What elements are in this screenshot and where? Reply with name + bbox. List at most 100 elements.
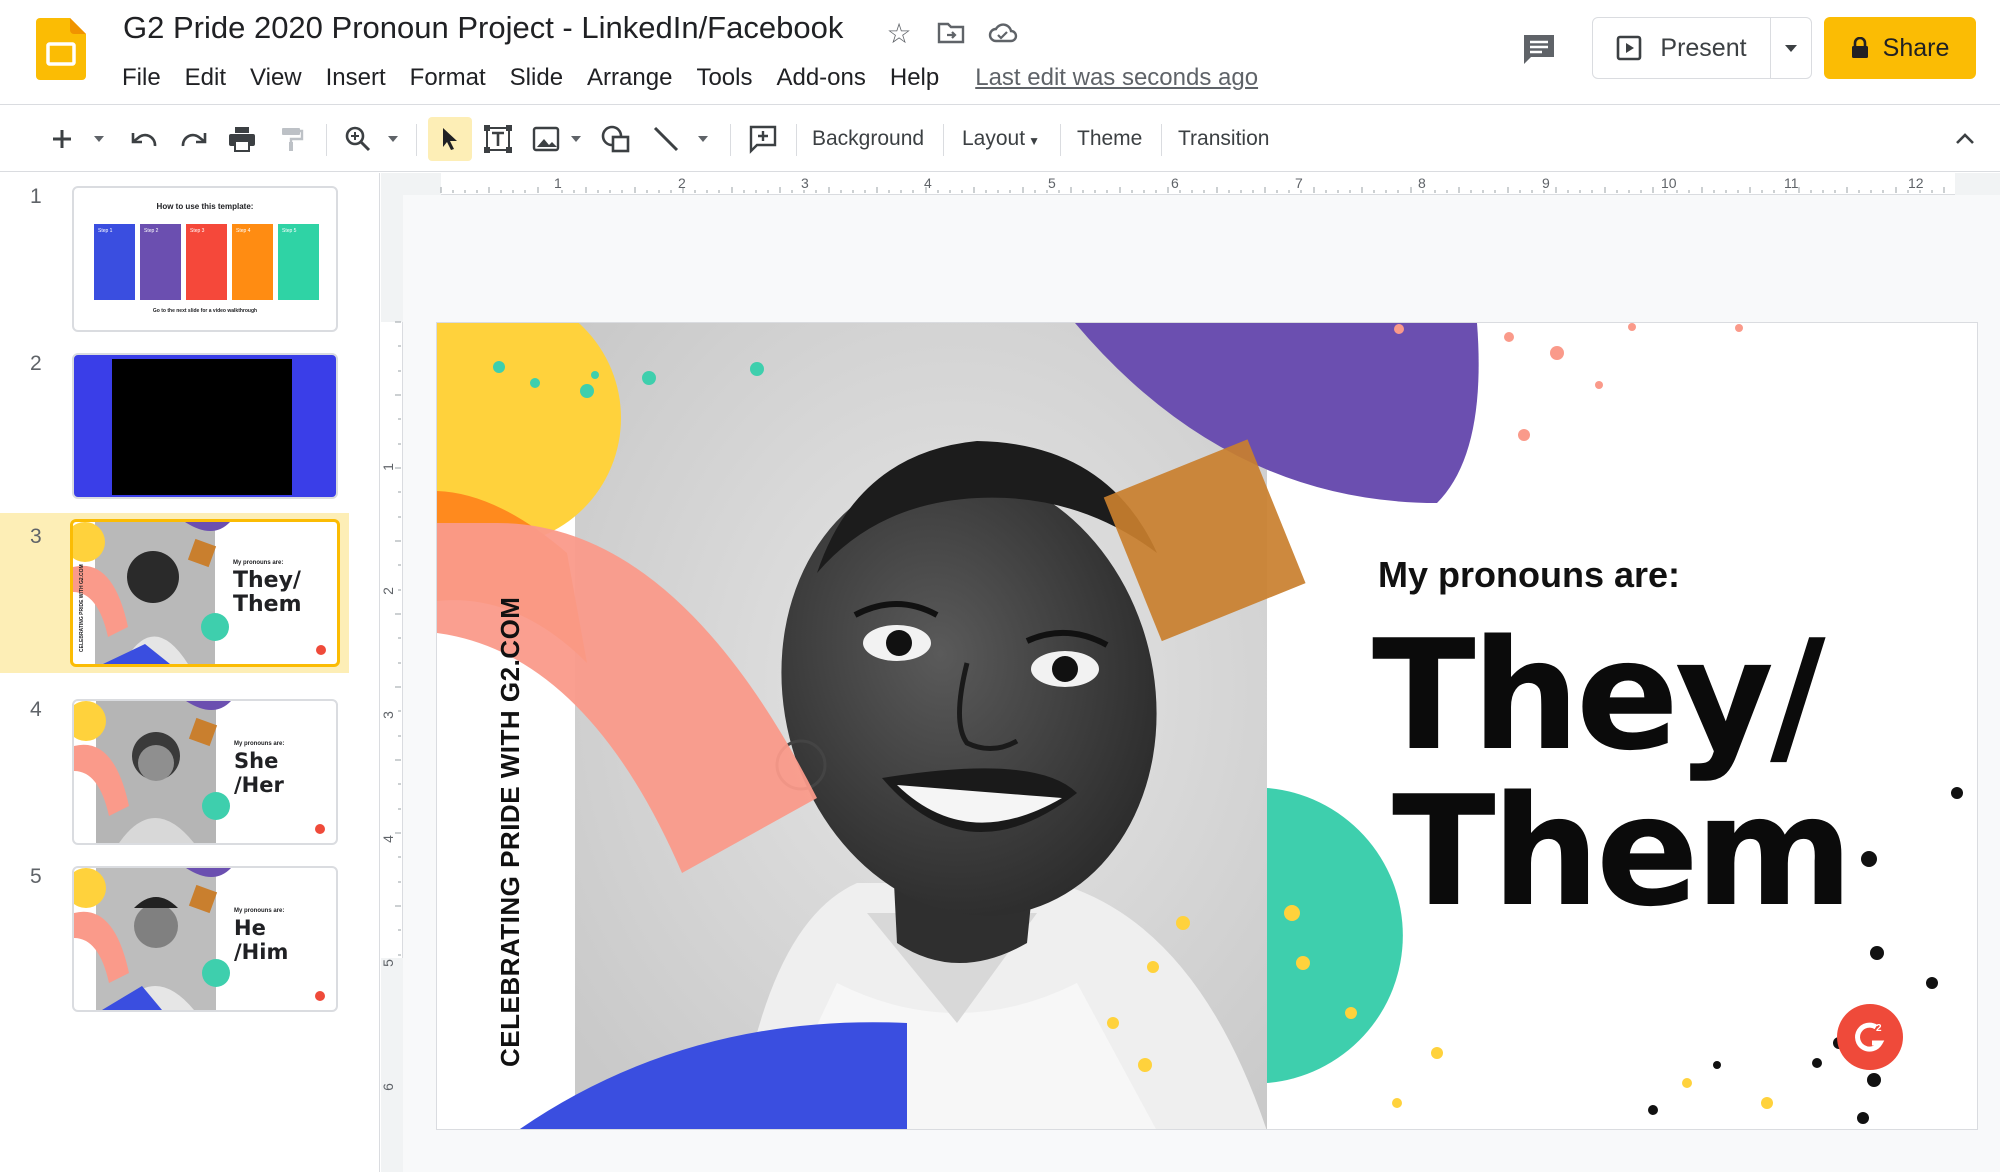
move-to-folder-icon[interactable]	[932, 14, 970, 52]
paint-format-button[interactable]	[272, 117, 312, 161]
text-box-icon	[484, 125, 512, 153]
print-button[interactable]	[222, 117, 262, 161]
redo-icon	[181, 133, 207, 147]
menu-add-ons[interactable]: Add-ons	[764, 60, 877, 96]
header: G2 Pride 2020 Pronoun Project - LinkedIn…	[0, 0, 2000, 105]
insert-comment-button[interactable]	[742, 117, 784, 161]
menu-slide[interactable]: Slide	[498, 60, 575, 96]
add-comment-icon	[749, 125, 777, 154]
insert-image-button[interactable]	[526, 117, 566, 161]
select-tool-button[interactable]	[428, 117, 472, 161]
collapse-toolbar-button[interactable]	[1950, 117, 1980, 161]
present-options-button[interactable]	[1771, 18, 1811, 78]
ruler-label: 1	[554, 175, 562, 191]
star-icon[interactable]: ☆	[880, 14, 918, 52]
video-frame	[112, 359, 292, 495]
thumb-step-3: Step 3	[186, 224, 227, 300]
ruler-label: 10	[1661, 175, 1677, 191]
redo-button[interactable]	[174, 117, 214, 161]
document-title[interactable]: G2 Pride 2020 Pronoun Project - LinkedIn…	[123, 10, 843, 46]
slide-filmstrip: 1 How to use this template: Step 1 Step …	[0, 173, 380, 1172]
undo-button[interactable]	[124, 117, 164, 161]
theme-button[interactable]: Theme	[1077, 117, 1142, 161]
pronoun-label[interactable]: My pronouns are:	[1378, 554, 1680, 596]
zoom-icon	[345, 126, 371, 152]
zoom-button[interactable]	[338, 117, 378, 161]
filmstrip-slide-5[interactable]: 5 My pronouns are: He /Him	[0, 853, 349, 1013]
caret-down-icon	[1785, 45, 1797, 52]
present-label: Present	[1660, 33, 1747, 62]
ruler-label: 11	[1784, 175, 1799, 191]
ruler-label: 4	[379, 835, 396, 843]
line-button[interactable]	[646, 117, 686, 161]
toolbar: Background Layout ▼ Theme Transition	[0, 106, 2000, 172]
background-button[interactable]: Background	[812, 117, 924, 161]
slide-number: 4	[30, 698, 42, 721]
thumb-artwork	[74, 868, 325, 1010]
menu-tools[interactable]: Tools	[684, 60, 764, 96]
thumb-step-1: Step 1	[94, 224, 135, 300]
slide-thumbnail: My pronouns are: She /Her	[72, 699, 338, 845]
filmstrip-slide-3[interactable]: 3 CELEBRATING PRIDE WITH G2.COM My prono…	[0, 513, 349, 673]
image-dropdown[interactable]	[566, 117, 586, 161]
filmstrip-slide-4[interactable]: 4 My pronouns are: She /Her	[0, 686, 349, 846]
menu-edit[interactable]: Edit	[173, 60, 238, 96]
image-icon	[532, 126, 560, 152]
shape-button[interactable]	[596, 117, 636, 161]
ruler-label: 5	[379, 959, 396, 967]
ruler-label: 3	[801, 175, 809, 191]
filmstrip-slide-1[interactable]: 1 How to use this template: Step 1 Step …	[0, 173, 349, 333]
transition-button[interactable]: Transition	[1178, 117, 1269, 161]
thumb-step-5: Step 5	[278, 224, 319, 300]
menu-view[interactable]: View	[238, 60, 314, 96]
ruler-label: 6	[379, 1083, 396, 1091]
ruler-label: 2	[678, 175, 686, 191]
caret-down-icon	[571, 136, 581, 142]
new-slide-layout-dropdown[interactable]	[84, 117, 114, 161]
thumb-footer: Go to the next slide for a video walkthr…	[152, 308, 258, 314]
vertical-ruler[interactable]: 1 2 3 4 5 6	[379, 195, 403, 1172]
present-button[interactable]: Present	[1593, 18, 1771, 78]
slide-number: 3	[30, 525, 42, 548]
menu-insert[interactable]: Insert	[314, 60, 398, 96]
menu-bar: File Edit View Insert Format Slide Arran…	[110, 60, 1258, 96]
menu-format[interactable]: Format	[398, 60, 498, 96]
menu-arrange[interactable]: Arrange	[575, 60, 684, 96]
slides-logo-icon[interactable]	[36, 18, 86, 80]
horizontal-ruler[interactable]: 1 2 3 4 5 6 7 8 9 10 11 12	[381, 173, 2000, 195]
thumb-line1: He	[234, 916, 266, 940]
text-box-button[interactable]	[478, 117, 518, 161]
share-button[interactable]: Share	[1824, 17, 1976, 79]
thumb-label: My pronouns are:	[234, 908, 285, 914]
slide-number: 2	[30, 352, 42, 375]
share-label: Share	[1882, 33, 1950, 62]
ruler-label: 8	[1418, 175, 1426, 191]
line-dropdown[interactable]	[690, 117, 716, 161]
undo-icon	[131, 133, 157, 147]
thumb-label: My pronouns are:	[234, 741, 285, 747]
layout-button[interactable]: Layout ▼	[962, 117, 1040, 161]
celebrating-pride-text[interactable]: CELEBRATING PRIDE WITH G2.COM	[495, 597, 526, 1067]
line-icon	[653, 126, 679, 152]
thumb-line2: /Him	[234, 940, 289, 964]
slide-thumbnail: CELEBRATING PRIDE WITH G2.COM My pronoun…	[70, 519, 340, 667]
cloud-status-icon[interactable]	[984, 14, 1022, 52]
thumb-line2: /Her	[234, 773, 284, 797]
menu-file[interactable]: File	[110, 60, 173, 96]
g2-logo-icon: 2	[1837, 1004, 1903, 1070]
caret-down-icon	[388, 136, 398, 142]
slide-thumbnail: My pronouns are: He /Him	[72, 866, 338, 1012]
pronoun-line-1[interactable]: They/	[1372, 620, 1826, 772]
comments-button[interactable]	[1516, 26, 1562, 72]
menu-help[interactable]: Help	[878, 60, 951, 96]
layout-label: Layout	[962, 127, 1026, 150]
zoom-dropdown[interactable]	[380, 117, 406, 161]
pronoun-line-2[interactable]: Them	[1392, 776, 1853, 928]
last-edit-link[interactable]: Last edit was seconds ago	[975, 64, 1258, 92]
thumb-label: My pronouns are:	[233, 560, 284, 566]
thumb-step-4: Step 4	[232, 224, 273, 300]
ruler-label: 5	[1048, 175, 1056, 191]
new-slide-button[interactable]	[40, 117, 84, 161]
filmstrip-slide-2[interactable]: 2	[0, 340, 349, 500]
ruler-label: 6	[1171, 175, 1179, 191]
